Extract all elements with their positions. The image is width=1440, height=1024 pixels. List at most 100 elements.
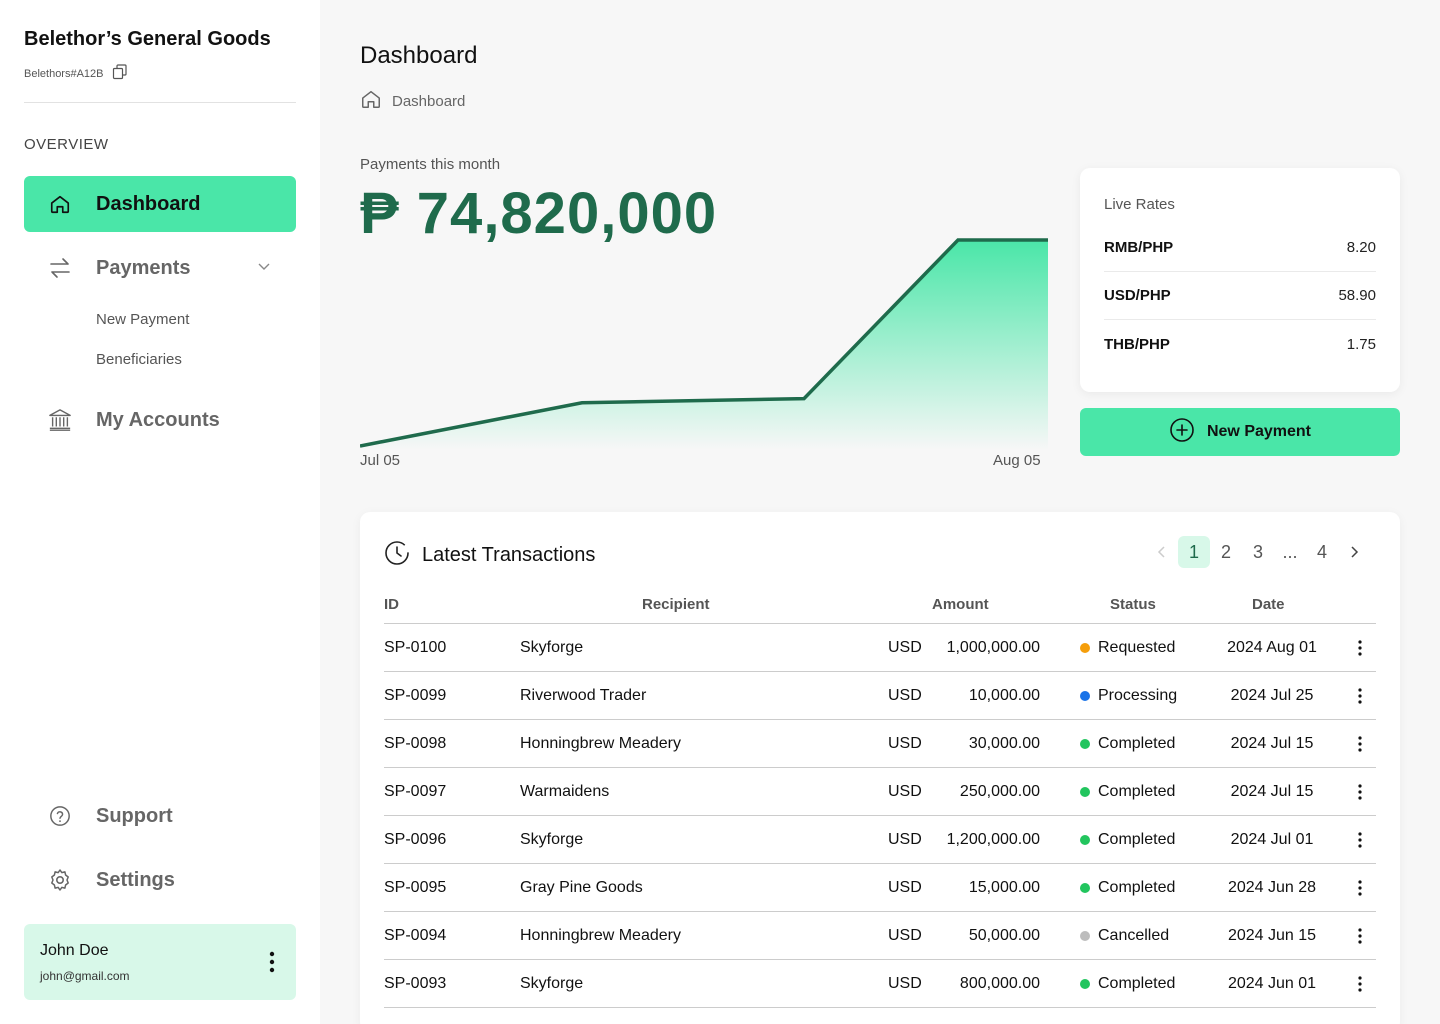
cell-amount: 1,200,000.00 — [946, 831, 1040, 848]
cell-recipient: Gray Pine Goods — [520, 879, 643, 896]
status-label: Completed — [1098, 879, 1176, 896]
user-card[interactable]: John Doe john@gmail.com — [24, 924, 296, 1000]
status-label: Completed — [1098, 831, 1176, 848]
column-header-id: ID — [384, 596, 399, 613]
cell-status: Completed — [1080, 975, 1175, 993]
plus-circle-icon — [1169, 417, 1195, 448]
more-vertical-icon[interactable] — [1356, 686, 1364, 706]
table-row[interactable]: SP-0100 Skyforge USD 1,000,000.00 Requested 2… — [384, 624, 1376, 672]
home-icon[interactable] — [360, 88, 382, 114]
brand-id: Belethors#A12B — [24, 67, 104, 80]
more-vertical-icon[interactable] — [1356, 974, 1364, 994]
status-label: Requested — [1098, 639, 1176, 656]
cell-id: SP-0100 — [384, 639, 447, 656]
status-dot — [1080, 787, 1090, 797]
cell-amount: 800,000.00 — [959, 975, 1040, 992]
rate-pair: THB/PHP — [1104, 335, 1170, 353]
chart-area-fill — [360, 240, 1048, 450]
cell-date: 2024 Jun 01 — [1227, 975, 1317, 992]
sidebar-item-payments[interactable]: Payments — [24, 240, 296, 296]
more-vertical-icon[interactable] — [1356, 734, 1364, 754]
rate-value: 1.75 — [1346, 335, 1376, 353]
sidebar-item-dashboard[interactable]: Dashboard — [24, 176, 296, 232]
new-payment-label: New Payment — [1206, 423, 1312, 440]
sidebar-subitem-beneficiaries[interactable]: Beneficiaries — [96, 351, 182, 368]
copy-icon[interactable] — [112, 64, 128, 83]
more-vertical-icon[interactable] — [1356, 782, 1364, 802]
live-rates-title: Live Rates — [1104, 196, 1175, 213]
chevron-right-icon[interactable] — [1338, 536, 1370, 568]
cell-date: 2024 Jun 28 — [1227, 879, 1317, 896]
table-row[interactable]: SP-0094 Honningbrew Meadery USD 50,000.00 Ca… — [384, 912, 1376, 960]
transactions-title: Latest Transactions — [422, 544, 596, 566]
cell-status: Processing — [1080, 687, 1177, 705]
cell-amount: 250,000.00 — [959, 783, 1040, 800]
cell-recipient: Riverwood Trader — [520, 687, 647, 704]
status-label: Completed — [1098, 783, 1176, 800]
chevron-left-icon[interactable] — [1146, 536, 1178, 568]
rate-pair: RMB/PHP — [1104, 239, 1174, 256]
more-vertical-icon[interactable] — [268, 950, 276, 974]
help-circle-icon — [48, 804, 72, 828]
cell-recipient: Honningbrew Meadery — [520, 735, 681, 752]
chart-x-start-label: Jul 05 — [360, 452, 401, 469]
cell-id: SP-0095 — [384, 879, 447, 896]
more-vertical-icon[interactable] — [1356, 638, 1364, 658]
table-row[interactable]: SP-0097 Warmaidens USD 250,000.00 Completed 2… — [384, 768, 1376, 816]
sidebar-subitem-new-payment[interactable]: New Payment — [96, 311, 189, 328]
clock-icon — [384, 540, 410, 571]
column-header-amount: Amount — [932, 596, 989, 613]
table-row[interactable]: SP-0096 Skyforge USD 1,200,000.00 Completed 2… — [384, 816, 1376, 864]
page-button[interactable]: 4 — [1306, 536, 1338, 568]
sidebar: Belethor’s General Goods Belethors#A12B … — [0, 0, 320, 1024]
more-vertical-icon[interactable] — [1356, 878, 1364, 898]
status-dot — [1080, 835, 1090, 845]
transactions-header: Latest Transactions — [384, 540, 595, 571]
table-header-row: ID Recipient Amount Status Date — [384, 588, 1376, 624]
section-label-overview: OVERVIEW — [24, 136, 109, 153]
status-dot — [1080, 643, 1090, 653]
page-title: Dashboard — [360, 42, 478, 69]
sidebar-item-support[interactable]: Support — [24, 788, 296, 844]
status-dot — [1080, 979, 1090, 989]
status-dot — [1080, 739, 1090, 749]
cell-date: 2024 Jul 15 — [1230, 735, 1314, 752]
pagination: 1 2 3 ... 4 — [1146, 536, 1370, 568]
breadcrumb-item[interactable]: Dashboard — [392, 93, 465, 110]
cell-amount: 15,000.00 — [968, 879, 1040, 896]
payments-chart — [360, 238, 1048, 450]
user-name: John Doe — [40, 942, 109, 959]
table-row[interactable]: SP-0095 Gray Pine Goods USD 15,000.00 Comple… — [384, 864, 1376, 912]
cell-id: SP-0097 — [384, 783, 447, 800]
page-button[interactable]: 3 — [1242, 536, 1274, 568]
chevron-down-icon[interactable] — [256, 258, 272, 279]
more-vertical-icon[interactable] — [1356, 830, 1364, 850]
status-label: Cancelled — [1098, 927, 1170, 944]
column-header-date: Date — [1252, 596, 1285, 613]
sidebar-item-settings[interactable]: Settings — [24, 852, 296, 908]
cell-currency: USD — [888, 879, 922, 896]
table-body: SP-0100 Skyforge USD 1,000,000.00 Requested 2… — [384, 624, 1376, 1008]
cell-recipient: Skyforge — [520, 975, 584, 992]
table-row[interactable]: SP-0099 Riverwood Trader USD 10,000.00 Proce… — [384, 672, 1376, 720]
brand-name: Belethor’s General Goods — [24, 28, 271, 50]
sidebar-item-my-accounts[interactable]: My Accounts — [24, 392, 296, 448]
cell-date: 2024 Jul 15 — [1230, 783, 1314, 800]
cell-currency: USD — [888, 687, 922, 704]
page-button[interactable]: 2 — [1210, 536, 1242, 568]
more-vertical-icon[interactable] — [1356, 926, 1364, 946]
cell-date: 2024 Jul 01 — [1230, 831, 1314, 848]
cell-id: SP-0098 — [384, 735, 447, 752]
cell-id: SP-0093 — [384, 975, 447, 992]
table-row[interactable]: SP-0093 Skyforge USD 800,000.00 Completed 202… — [384, 960, 1376, 1008]
page-ellipsis: ... — [1282, 541, 1298, 562]
cell-id: SP-0094 — [384, 927, 447, 944]
cell-status: Completed — [1080, 735, 1175, 753]
cell-status: Requested — [1080, 639, 1175, 657]
page-button[interactable]: 1 — [1178, 536, 1210, 568]
transfer-arrows-icon — [48, 256, 72, 280]
cell-date: 2024 Aug 01 — [1227, 639, 1317, 656]
home-icon — [48, 192, 72, 216]
table-row[interactable]: SP-0098 Honningbrew Meadery USD 30,000.00 Co… — [384, 720, 1376, 768]
new-payment-button[interactable]: New Payment — [1080, 408, 1400, 456]
